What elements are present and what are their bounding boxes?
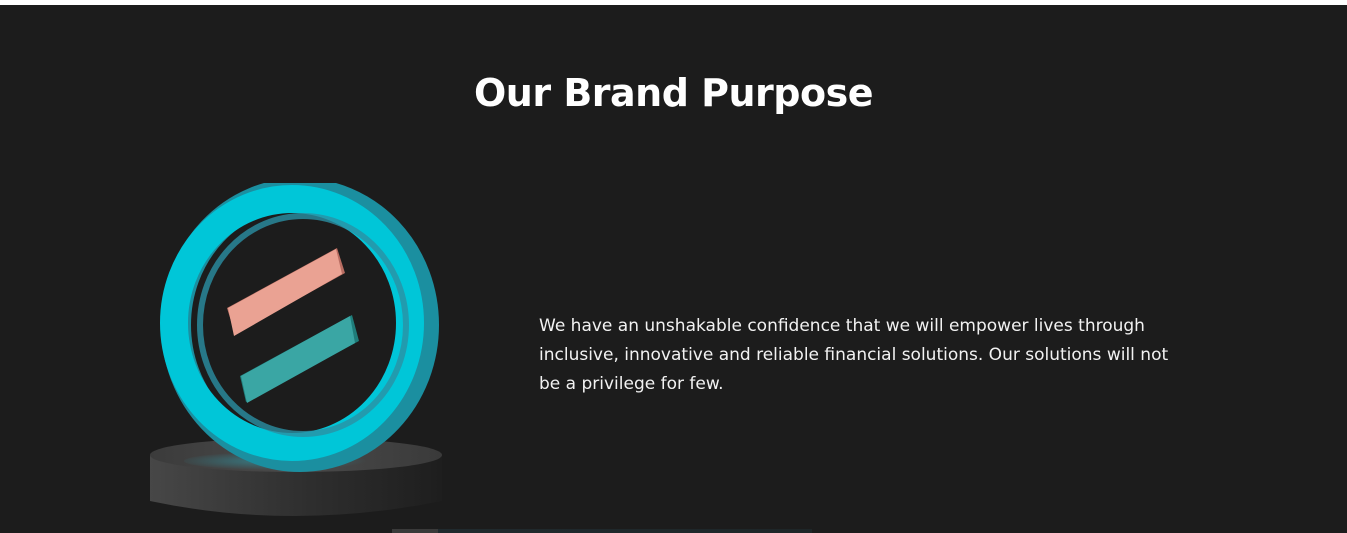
brand-purpose-description: We have an unshakable confidence that we… [539,316,1169,394]
section-bottom-strip [392,529,812,533]
brand-purpose-section: Our Brand Purpose We have an unshakable … [0,5,1347,533]
brand-logo-illustration [140,183,460,528]
stripe-bottom-shape [240,315,359,403]
brand-ring-pedestal-icon [150,183,442,516]
section-title: Our Brand Purpose [474,71,874,115]
ring-shape [160,183,439,472]
stripe-top-shape [227,248,345,336]
